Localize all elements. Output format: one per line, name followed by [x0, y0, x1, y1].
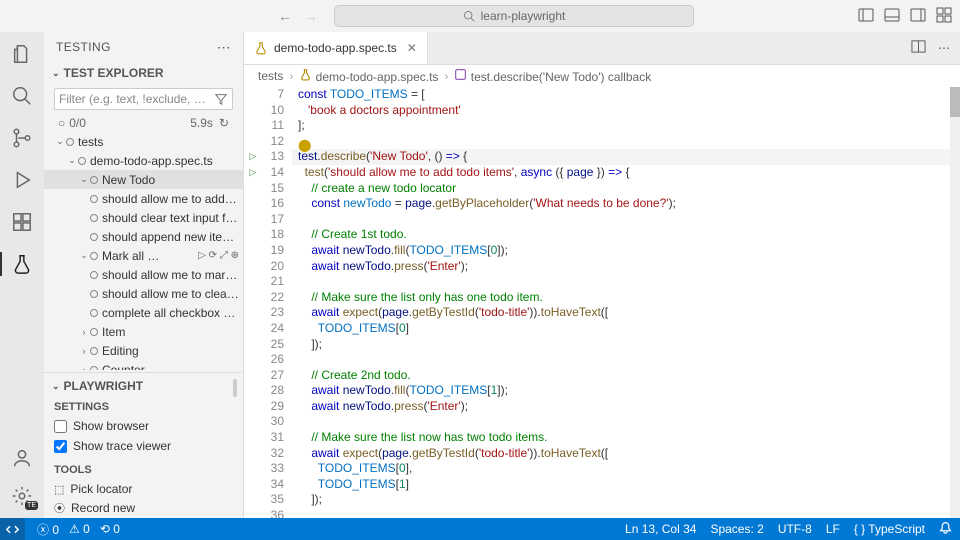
- debug-icon[interactable]: [10, 168, 34, 192]
- nav-forward[interactable]: →: [304, 8, 318, 24]
- tree-item[interactable]: should allow me to clea…: [44, 284, 243, 303]
- status-warnings[interactable]: ⚠ 0: [69, 522, 90, 536]
- tool-row[interactable]: ⦿Record new: [44, 498, 243, 518]
- tab-demo-todo[interactable]: demo-todo-app.spec.ts ✕: [244, 32, 428, 64]
- test-filter-input[interactable]: Filter (e.g. text, !exclude, …: [54, 88, 233, 110]
- refresh-icon[interactable]: ↻: [219, 116, 229, 130]
- language-mode[interactable]: { } TypeScript: [854, 522, 925, 536]
- notifications-icon[interactable]: [939, 521, 952, 537]
- editor: demo-todo-app.spec.ts ✕ ⋯ tests› demo-to…: [244, 32, 960, 518]
- status-bar: ⓧ 0 ⚠ 0 ⟲ 0 Ln 13, Col 34 Spaces: 2 UTF-…: [0, 518, 960, 540]
- split-editor-icon[interactable]: [911, 39, 926, 57]
- tree-item[interactable]: should clear text input f…: [44, 208, 243, 227]
- workspace-title: learn-playwright: [481, 9, 566, 23]
- tree-item[interactable]: ›Counter: [44, 360, 243, 370]
- minimap[interactable]: [950, 87, 960, 518]
- checkbox[interactable]: [54, 440, 67, 453]
- tool-row[interactable]: ⬚Pick locator: [44, 480, 243, 498]
- settings-icon[interactable]: TE: [10, 484, 34, 508]
- tree-item[interactable]: should allow me to add …: [44, 189, 243, 208]
- tree-item[interactable]: ⌄Mark all …▷ ⟳ ⤢ ⊕: [44, 246, 243, 265]
- flask-icon: [254, 41, 268, 55]
- accounts-icon[interactable]: [10, 446, 34, 470]
- tree-item[interactable]: ⌄tests: [44, 132, 243, 151]
- layout-panel-icon[interactable]: [884, 7, 900, 26]
- filter-icon: [214, 92, 228, 106]
- breadcrumb-item[interactable]: test.describe('New Todo') callback: [454, 68, 651, 84]
- tree-item[interactable]: should allow me to mar…: [44, 265, 243, 284]
- editor-more-icon[interactable]: ⋯: [938, 41, 950, 55]
- breadcrumb-item[interactable]: demo-todo-app.spec.ts: [299, 68, 438, 84]
- layout-sidebar-left-icon[interactable]: [858, 7, 874, 26]
- status-errors[interactable]: ⓧ 0: [37, 521, 59, 538]
- tree-item[interactable]: ⌄New Todo: [44, 170, 243, 189]
- tree-item[interactable]: ⌄demo-todo-app.spec.ts: [44, 151, 243, 170]
- settings-label: SETTINGS: [54, 401, 233, 413]
- activity-bar: TE: [0, 32, 44, 518]
- playwright-section[interactable]: PLAYWRIGHT: [64, 379, 144, 393]
- test-tree[interactable]: ⌄tests⌄demo-todo-app.spec.ts⌄New Todosho…: [44, 132, 243, 370]
- cursor-position[interactable]: Ln 13, Col 34: [625, 522, 696, 536]
- testing-sidebar: TESTING⋯ ⌄TEST EXPLORER Filter (e.g. tex…: [44, 32, 244, 518]
- tree-item[interactable]: complete all checkbox s…: [44, 303, 243, 322]
- gutter[interactable]: ▷▷: [244, 87, 262, 518]
- close-icon[interactable]: ✕: [407, 41, 417, 55]
- setting-row[interactable]: Show browser: [54, 416, 233, 436]
- eol[interactable]: LF: [826, 522, 840, 536]
- search-icon: [463, 10, 475, 22]
- breadcrumb[interactable]: tests› demo-todo-app.spec.ts› test.descr…: [244, 65, 960, 87]
- layout-customize-icon[interactable]: [936, 7, 952, 26]
- extensions-icon[interactable]: [10, 210, 34, 234]
- code-content[interactable]: const TODO_ITEMS = [ 'book a doctors app…: [292, 87, 960, 518]
- sidebar-more-icon[interactable]: ⋯: [217, 39, 231, 56]
- layout-sidebar-right-icon[interactable]: [910, 7, 926, 26]
- filter-placeholder: Filter (e.g. text, !exclude, …: [59, 92, 206, 106]
- explorer-icon[interactable]: [10, 42, 34, 66]
- titlebar: ← → learn-playwright: [0, 0, 960, 32]
- remote-icon[interactable]: [0, 518, 25, 540]
- test-count: 0/0: [69, 116, 86, 130]
- tools-label: TOOLS: [44, 460, 243, 480]
- setting-row[interactable]: Show trace viewer: [54, 436, 233, 456]
- checkbox[interactable]: [54, 420, 67, 433]
- breadcrumb-item[interactable]: tests: [258, 69, 283, 83]
- line-numbers: 7101112131415161718192021222324252627282…: [262, 87, 292, 518]
- tree-item[interactable]: should append new ite…: [44, 227, 243, 246]
- sidebar-title: TESTING: [56, 40, 111, 54]
- search-activity-icon[interactable]: [10, 84, 34, 108]
- indent[interactable]: Spaces: 2: [710, 522, 763, 536]
- encoding[interactable]: UTF-8: [778, 522, 812, 536]
- test-explorer-section[interactable]: TEST EXPLORER: [64, 66, 164, 80]
- test-time: 5.9s: [190, 116, 213, 130]
- scm-icon[interactable]: [10, 126, 34, 150]
- testing-icon[interactable]: [10, 252, 34, 276]
- command-center[interactable]: learn-playwright: [334, 5, 694, 27]
- nav-back[interactable]: ←: [278, 8, 292, 24]
- tree-item[interactable]: ›Item: [44, 322, 243, 341]
- status-ports[interactable]: ⟲ 0: [100, 522, 120, 536]
- tree-item[interactable]: ›Editing: [44, 341, 243, 360]
- tab-label: demo-todo-app.spec.ts: [274, 41, 397, 55]
